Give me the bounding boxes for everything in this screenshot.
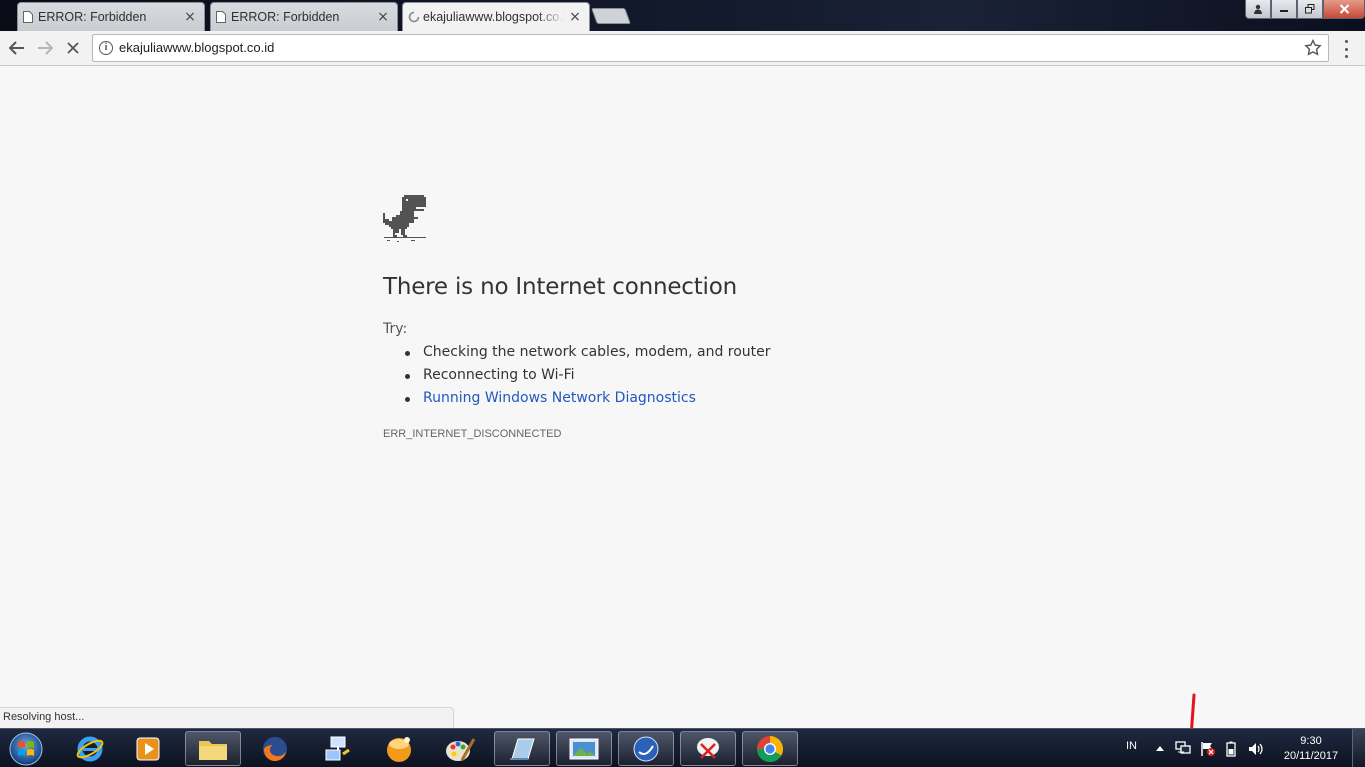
chrome-menu-button[interactable] — [1343, 40, 1349, 58]
media-player-icon — [136, 737, 160, 760]
minimize-button[interactable] — [1271, 0, 1297, 19]
menu-dot — [1344, 40, 1348, 43]
firefox-icon — [263, 736, 287, 761]
loading-spinner-icon — [408, 11, 420, 23]
address-bar[interactable]: i ekajuliawww.blogspot.co.id — [92, 34, 1329, 62]
error-code: ERR_INTERNET_DISCONNECTED — [383, 428, 562, 440]
forward-arrow-icon — [38, 41, 53, 55]
page-icon — [23, 11, 33, 23]
back-arrow-icon — [9, 41, 24, 55]
chrome-icon — [756, 735, 784, 762]
tab-title: ERROR: Forbidden — [231, 10, 340, 24]
close-window-button[interactable] — [1323, 0, 1365, 19]
minimize-icon — [1280, 10, 1288, 12]
network-app-icon — [325, 736, 350, 760]
restore-button[interactable] — [1297, 0, 1323, 19]
suggestion-check-cables: Checking the network cables, modem, and … — [405, 344, 771, 367]
internet-explorer-icon — [76, 736, 104, 761]
show-desktop-button[interactable] — [1352, 729, 1365, 767]
network-diagnostics-link[interactable]: Running Windows Network Diagnostics — [405, 390, 771, 413]
taskbar-file-explorer[interactable] — [185, 731, 241, 766]
suggestion-reconnect-wifi: Reconnecting to Wi-Fi — [405, 367, 771, 390]
battery-icon[interactable] — [1226, 741, 1236, 757]
tab-title: ekajuliawww.blogspot.co.id — [423, 10, 565, 24]
taskbar-internet-explorer[interactable] — [62, 731, 118, 766]
language-indicator[interactable]: IN — [1126, 740, 1137, 752]
taskbar-snipping-tool[interactable] — [680, 731, 736, 766]
taskbar-book-app[interactable] — [494, 731, 550, 766]
tab-active-blogspot[interactable]: ekajuliawww.blogspot.co.id × — [402, 2, 590, 31]
restore-icon — [1305, 4, 1315, 14]
page-content: There is no Internet connection Try: Che… — [0, 66, 1365, 767]
taskbar-network-app[interactable] — [310, 731, 366, 766]
snipping-tool-icon — [697, 737, 719, 759]
page-icon — [216, 11, 226, 23]
file-explorer-icon — [199, 740, 227, 760]
error-heading: There is no Internet connection — [383, 274, 737, 300]
network-disconnected-icon[interactable] — [1175, 741, 1191, 755]
close-icon — [1339, 4, 1349, 14]
profile-button[interactable] — [1245, 0, 1271, 19]
tab-error-forbidden-1[interactable]: ERROR: Forbidden × — [17, 2, 205, 31]
offline-dino-icon[interactable] — [383, 195, 427, 242]
taskbar-media-player[interactable] — [120, 731, 176, 766]
tab-error-forbidden-2[interactable]: ERROR: Forbidden × — [210, 2, 398, 31]
info-icon[interactable]: i — [99, 41, 113, 55]
url-text: ekajuliawww.blogspot.co.id — [119, 40, 275, 55]
menu-dot — [1344, 55, 1348, 58]
clock-time: 9:30 — [1300, 735, 1322, 747]
status-bubble: Resolving host... — [0, 707, 454, 728]
title-bar: ERROR: Forbidden × ERROR: Forbidden × ek… — [0, 0, 1365, 31]
bookmark-star-icon[interactable] — [1304, 39, 1322, 57]
taskbar-chrome[interactable] — [742, 731, 798, 766]
tab-close-icon[interactable]: × — [377, 9, 389, 25]
forward-button[interactable] — [34, 37, 56, 59]
stop-loading-button[interactable] — [62, 37, 84, 59]
tab-title: ERROR: Forbidden — [38, 10, 147, 24]
user-icon — [1254, 4, 1262, 14]
back-button[interactable] — [6, 37, 28, 59]
windows-start-orb-icon — [9, 732, 43, 766]
photo-viewer-icon — [569, 738, 599, 759]
action-center-flag-icon[interactable] — [1200, 741, 1216, 757]
new-tab-button[interactable] — [591, 8, 631, 24]
browser-toolbar: i ekajuliawww.blogspot.co.id — [0, 31, 1365, 66]
suggestion-list: Checking the network cables, modem, and … — [405, 344, 771, 413]
taskbar-paint[interactable] — [432, 731, 488, 766]
volume-icon[interactable] — [1248, 741, 1264, 757]
windows-taskbar: IN 9:30 20/11/2017 — [0, 728, 1365, 767]
blue-globe-icon — [633, 736, 659, 761]
orange-app-icon — [387, 736, 411, 762]
show-hidden-icons-button[interactable] — [1156, 745, 1164, 751]
clock[interactable]: 9:30 20/11/2017 — [1280, 734, 1342, 764]
try-label: Try: — [383, 321, 408, 337]
menu-dot — [1344, 47, 1348, 51]
book-app-icon — [510, 738, 535, 760]
taskbar-photo-viewer[interactable] — [556, 731, 612, 766]
taskbar-firefox[interactable] — [247, 731, 303, 766]
taskbar-blue-globe-app[interactable] — [618, 731, 674, 766]
tab-close-icon[interactable]: × — [569, 9, 581, 25]
tab-close-icon[interactable]: × — [184, 9, 196, 25]
stop-icon — [67, 42, 79, 54]
start-button[interactable] — [6, 730, 46, 767]
taskbar-orange-app[interactable] — [371, 731, 427, 766]
clock-date: 20/11/2017 — [1283, 750, 1339, 762]
paint-icon — [446, 737, 476, 761]
window-controls — [1245, 0, 1365, 19]
